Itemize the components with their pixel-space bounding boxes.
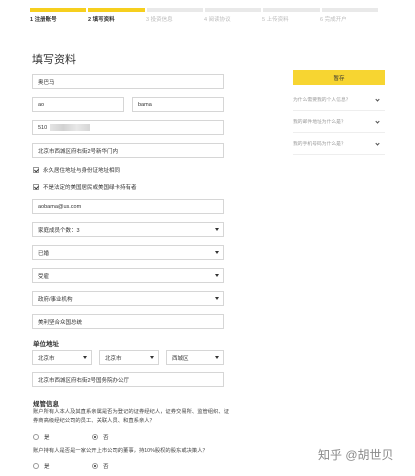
progress-segment: [204, 8, 262, 12]
progress-segment: [30, 8, 87, 12]
company-address-input[interactable]: 北京市西城区府右街2号国务院办公厅: [32, 372, 224, 387]
id-number-input[interactable]: 510: [32, 120, 224, 135]
home-address-input[interactable]: 北京市西城区府右街2号新华门内: [32, 143, 224, 158]
chinese-name-input[interactable]: 奥巴马: [32, 74, 224, 89]
q2-no-option[interactable]: 否: [92, 462, 109, 470]
progress-segment: [321, 8, 378, 12]
q1-no-radio[interactable]: [92, 434, 98, 440]
chevron-down-icon: [375, 141, 380, 146]
last-name-input[interactable]: bama: [132, 97, 224, 112]
page-title: 填写资料: [32, 54, 76, 66]
district-value: 西城区: [172, 355, 189, 362]
progress-steps: 1 注册账号 2 填写资料 3 投资信息 4 阅读协议 5 上传资料 6 完成开…: [30, 8, 378, 23]
not-us-resident-checkbox[interactable]: [33, 184, 39, 190]
home-address-value: 北京市西城区府右街2号新华门内: [38, 148, 119, 155]
chevron-down-icon: [375, 97, 380, 102]
job-title-value: 美利坚合众国总统: [38, 319, 83, 326]
faq-item-phone[interactable]: 我的手机号码为什么是？: [293, 133, 385, 155]
compliance-question-broker: 账户所有人本人及其直系亲属是否为登记的证券经纪人，证券交易所、监管组织、证券商高…: [33, 409, 229, 424]
chevron-down-icon: [83, 356, 87, 359]
employment-status-value: 受雇: [38, 273, 50, 280]
province-value: 北京市: [38, 355, 55, 362]
same-address-checkbox[interactable]: [33, 167, 39, 173]
id-number-value: 510: [38, 124, 48, 131]
employer-type-value: 政府/事业机构: [38, 296, 73, 303]
family-members-value: 家庭成员个数：3: [38, 227, 80, 234]
step-upload: 5 上传资料: [262, 17, 289, 23]
compliance-question-director: 账户持有人是否是一家公开上市公司的董事，持10%股权的股东或决策人？: [33, 448, 208, 454]
chevron-down-icon: [215, 274, 219, 277]
q2-yes-option[interactable]: 是: [33, 462, 50, 470]
last-name-value: bama: [138, 101, 152, 108]
q1-yes-option[interactable]: 是: [33, 433, 50, 441]
family-members-select[interactable]: 家庭成员个数：3: [32, 222, 224, 237]
progress-bar: [30, 8, 378, 12]
not-us-resident-label: 不是法定的美国居民或美国绿卡持有者: [43, 185, 137, 191]
faq-label: 我的邮件地址为什么是？: [293, 120, 346, 125]
city-value: 北京市: [105, 355, 122, 362]
chinese-name-value: 奥巴马: [38, 79, 55, 86]
step-fill-info: 2 填写资料: [88, 17, 115, 23]
redacted-mask: [50, 124, 91, 131]
q2-yes-label: 是: [44, 464, 50, 470]
first-name-input[interactable]: ao: [32, 97, 124, 112]
q1-no-label: 否: [103, 435, 109, 441]
chevron-down-icon: [215, 251, 219, 254]
same-address-checkbox-row[interactable]: 永久居住地址与身份证地址相同: [33, 166, 120, 174]
q2-no-radio[interactable]: [92, 463, 98, 469]
job-title-input[interactable]: 美利坚合众国总统: [32, 314, 224, 329]
progress-segment: [263, 8, 320, 12]
email-value: aobama@us.com: [38, 203, 82, 210]
faq-item-personal-info[interactable]: 为什么需要我的个人信息？: [293, 89, 385, 111]
marital-status-select[interactable]: 已婚: [32, 245, 224, 260]
chevron-down-icon: [215, 297, 219, 300]
chevron-down-icon: [150, 356, 154, 359]
step-read-agreement: 4 阅读协议: [204, 17, 231, 23]
same-address-label: 永久居住地址与身份证地址相同: [43, 168, 121, 174]
step-complete: 6 完成开户: [320, 17, 347, 23]
city-select[interactable]: 北京市: [99, 350, 159, 365]
faq-label: 我的手机号码为什么是？: [293, 142, 346, 147]
email-input[interactable]: aobama@us.com: [32, 199, 224, 214]
save-draft-button[interactable]: 暂存: [293, 70, 385, 85]
company-address-title: 单位地址: [33, 341, 59, 348]
chevron-down-icon: [215, 228, 219, 231]
province-select[interactable]: 北京市: [32, 350, 92, 365]
progress-segment: [146, 8, 203, 12]
first-name-value: ao: [38, 101, 45, 108]
district-select[interactable]: 西城区: [166, 350, 224, 365]
not-us-resident-checkbox-row[interactable]: 不是法定的美国居民或美国绿卡持有者: [33, 183, 137, 191]
employer-type-select[interactable]: 政府/事业机构: [32, 291, 224, 306]
step-register: 1 注册账号: [30, 17, 57, 23]
marital-status-value: 已婚: [38, 250, 50, 257]
q1-yes-radio[interactable]: [33, 434, 39, 440]
q2-yes-radio[interactable]: [33, 463, 39, 469]
faq-item-email[interactable]: 我的邮件地址为什么是？: [293, 111, 385, 133]
watermark: 知乎 @胡世贝: [318, 448, 394, 462]
q2-no-label: 否: [103, 464, 109, 470]
compliance-title: 规管信息: [33, 401, 59, 408]
faq-label: 为什么需要我的个人信息？: [293, 98, 351, 103]
company-address-value: 北京市西城区府右街2号国务院办公厅: [38, 377, 130, 384]
q1-yes-label: 是: [44, 435, 50, 441]
chevron-down-icon: [215, 356, 219, 359]
q1-no-option[interactable]: 否: [92, 433, 109, 441]
chevron-down-icon: [375, 119, 380, 124]
progress-segment: [88, 8, 145, 12]
step-investment-info: 3 投资信息: [146, 17, 173, 23]
employment-status-select[interactable]: 受雇: [32, 268, 224, 283]
